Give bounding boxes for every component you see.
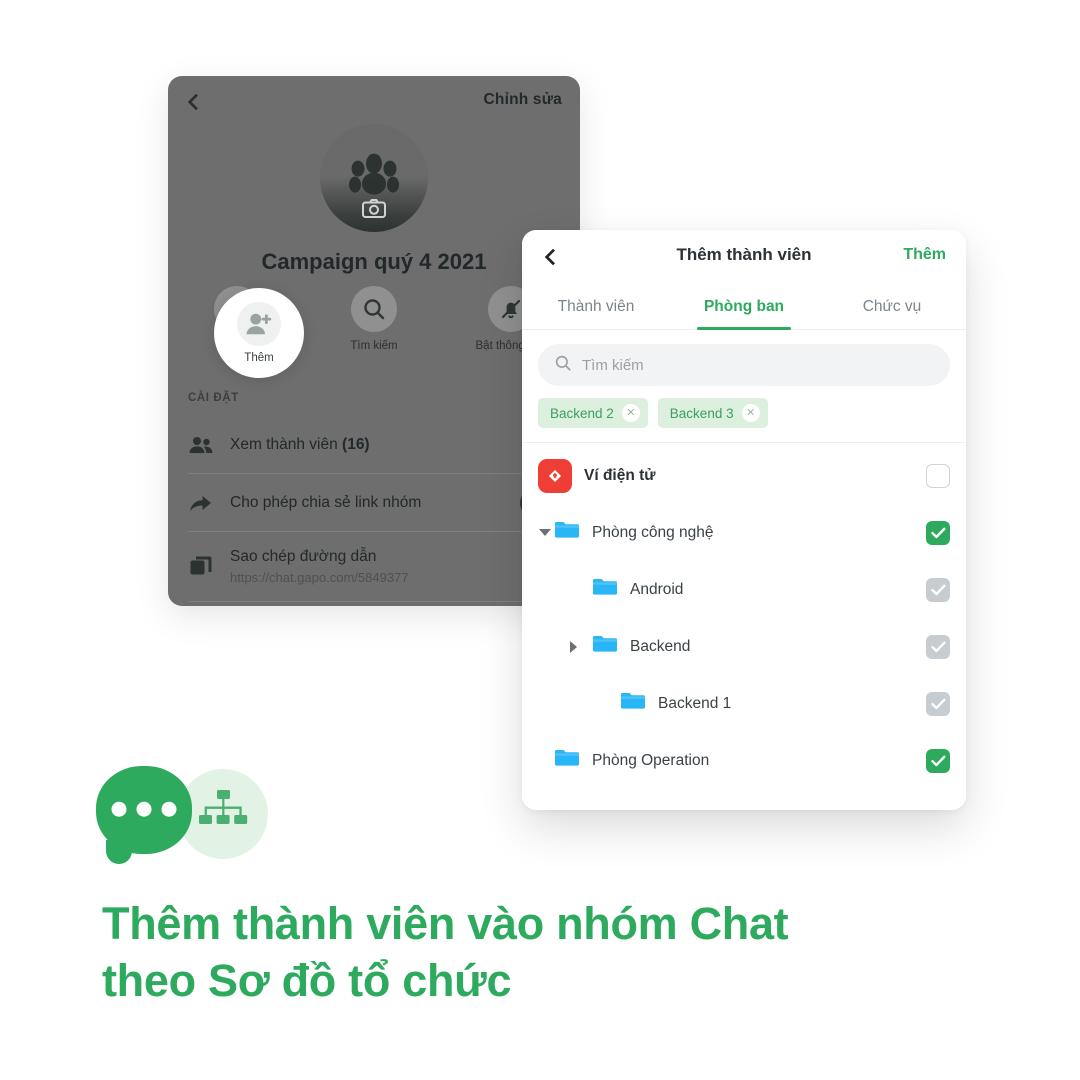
edit-button[interactable]: Chỉnh sửa xyxy=(484,91,562,109)
tree-row-backend-1[interactable]: Backend 1 xyxy=(522,675,966,732)
close-icon[interactable]: ✕ xyxy=(741,404,760,422)
action-search[interactable]: Tìm kiếm xyxy=(305,286,442,352)
chip-label: Backend 3 xyxy=(669,405,734,421)
tree-row-label: Backend xyxy=(630,637,691,655)
brand-logo xyxy=(96,766,276,870)
app-wallet-icon xyxy=(538,458,572,493)
group-avatar[interactable] xyxy=(320,124,428,232)
folder-icon xyxy=(554,748,580,773)
copy-icon xyxy=(188,556,214,578)
chat-bubble-icon xyxy=(96,766,192,864)
chevron-right-icon[interactable] xyxy=(564,640,582,653)
folder-icon xyxy=(620,691,646,716)
group-info-topbar: Chỉnh sửa xyxy=(168,76,580,128)
row-label: Xem thành viên (16) xyxy=(230,436,370,454)
camera-icon xyxy=(362,199,386,223)
chip-backend-3[interactable]: Backend 3 ✕ xyxy=(657,398,768,428)
chevron-left-icon xyxy=(187,93,205,111)
headline-line-2: theo Sơ đồ tổ chức xyxy=(102,954,512,1006)
checkbox-dimmed[interactable] xyxy=(926,691,950,716)
row-text: Sao chép đường dẫn xyxy=(230,548,377,565)
search-icon xyxy=(350,286,397,332)
department-tree: Ví điện tử Phòng công nghệ Android Backe… xyxy=(522,443,966,789)
tree-row-phong-cong-nghe[interactable]: Phòng công nghệ xyxy=(522,504,966,561)
tree-row-android[interactable]: Android xyxy=(522,561,966,618)
row-text: Xem thành viên xyxy=(230,435,338,453)
tree-row-vi-dien-tu[interactable]: Ví điện tử xyxy=(522,447,966,504)
tab-thanh-vien[interactable]: Thành viên xyxy=(522,284,670,329)
modal-confirm-button[interactable]: Thêm xyxy=(903,246,946,264)
folder-icon xyxy=(592,577,618,602)
checkbox-dimmed[interactable] xyxy=(926,634,950,659)
tree-row-label: Android xyxy=(630,580,684,598)
checkbox-checked[interactable] xyxy=(926,520,950,545)
row-sublabel: https://chat.gapo.com/5849377 xyxy=(230,570,409,585)
tree-row-label: Ví điện tử xyxy=(584,466,656,484)
chip-backend-2[interactable]: Backend 2 ✕ xyxy=(538,398,648,428)
tree-row-backend[interactable]: Backend xyxy=(522,618,966,675)
tree-row-label: Phòng công nghệ xyxy=(592,523,714,541)
checkbox-checked[interactable] xyxy=(926,748,950,773)
add-member-modal: Thêm thành viên Thêm Thành viên Phòng ba… xyxy=(522,230,966,810)
search-box[interactable] xyxy=(538,344,950,386)
search-area xyxy=(522,330,966,396)
row-label: Cho phép chia sẻ link nhóm xyxy=(230,493,422,511)
members-icon xyxy=(188,436,214,454)
tab-chuc-vu[interactable]: Chức vụ xyxy=(818,284,966,329)
folder-icon xyxy=(554,520,580,545)
action-label: Tìm kiếm xyxy=(350,340,398,352)
modal-title: Thêm thành viên xyxy=(676,245,812,264)
search-icon xyxy=(554,354,572,377)
spotlight-label: Thêm xyxy=(244,352,274,364)
add-member-icon xyxy=(237,302,281,346)
selected-chips: Backend 2 ✕ Backend 3 ✕ xyxy=(522,396,966,443)
checkbox-unchecked[interactable] xyxy=(926,463,950,488)
folder-icon xyxy=(592,634,618,659)
search-input[interactable] xyxy=(582,356,934,374)
tab-phong-ban[interactable]: Phòng ban xyxy=(670,284,818,330)
chip-label: Backend 2 xyxy=(550,405,614,421)
page-headline: Thêm thành viên vào nhóm Chat theo Sơ đồ… xyxy=(102,896,1002,1009)
headline-line-1: Thêm thành viên vào nhóm Chat xyxy=(102,898,789,949)
close-icon[interactable]: ✕ xyxy=(621,404,640,422)
checkbox-dimmed[interactable] xyxy=(926,577,950,602)
group-title: Campaign quý 4 2021 xyxy=(261,249,487,274)
tree-row-phong-operation[interactable]: Phòng Operation xyxy=(522,732,966,789)
share-arrow-icon xyxy=(188,493,214,513)
page-root: Chỉnh sửa Campaign quý 4 2021 Tìm kiếm B… xyxy=(0,0,1080,1080)
chevron-down-icon[interactable] xyxy=(536,529,554,536)
settings-section-header: CÀI ĐẶT xyxy=(188,392,239,404)
back-button[interactable] xyxy=(182,88,210,116)
tree-row-label: Phòng Operation xyxy=(592,751,710,769)
member-count: (16) xyxy=(342,435,370,453)
modal-header: Thêm thành viên Thêm xyxy=(522,230,966,284)
modal-tabs: Thành viên Phòng ban Chức vụ xyxy=(522,284,966,330)
spotlight-add-member-button[interactable]: Thêm xyxy=(214,288,304,378)
row-label: Sao chép đường dẫn https://chat.gapo.com… xyxy=(230,548,409,585)
tree-row-label: Backend 1 xyxy=(658,694,732,712)
